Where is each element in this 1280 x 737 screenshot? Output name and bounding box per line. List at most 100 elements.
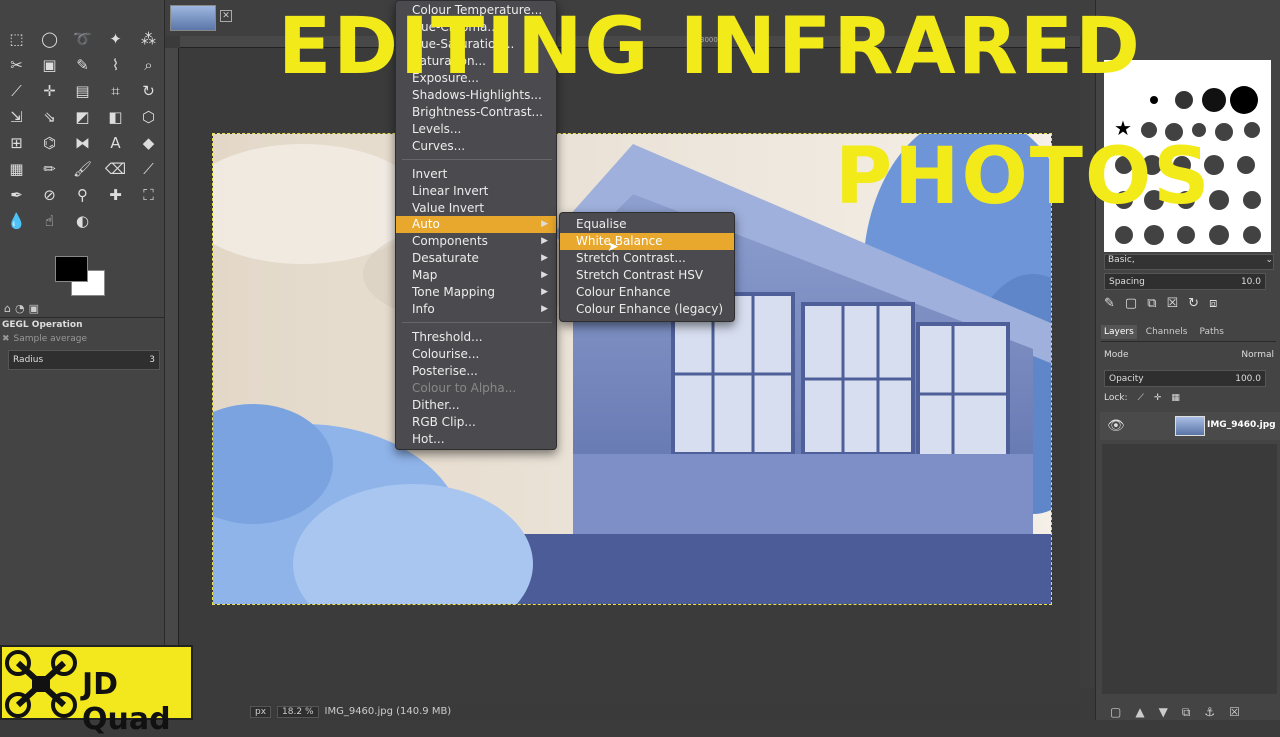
delete-brush-icon[interactable]: ☒: [1167, 296, 1179, 311]
lock-position-icon[interactable]: ✛: [1154, 393, 1162, 403]
color-swatches[interactable]: [55, 256, 105, 296]
cage-icon[interactable]: ⌬: [33, 132, 66, 154]
foreground-color[interactable]: [55, 256, 88, 282]
delete-layer-icon[interactable]: ☒: [1229, 705, 1240, 720]
brush-preset-select[interactable]: Basic, ⌄: [1104, 254, 1274, 270]
menu-item-posterise[interactable]: Posterise...: [396, 363, 556, 380]
3d-transform-icon[interactable]: ⬡: [132, 106, 165, 128]
paths-icon[interactable]: ✎: [66, 54, 99, 76]
menu-item-equalise[interactable]: Equalise: [560, 216, 734, 233]
clone-icon[interactable]: ⚲: [66, 184, 99, 206]
shear-icon[interactable]: ⇘: [33, 106, 66, 128]
move-icon[interactable]: ✛: [33, 80, 66, 102]
color-picker-icon[interactable]: ⌇: [99, 54, 132, 76]
lock-pixels-icon[interactable]: ⟋: [1138, 393, 1144, 403]
lock-alpha-icon[interactable]: ▦: [1171, 393, 1180, 403]
unit-select[interactable]: px: [250, 705, 272, 718]
lower-layer-icon[interactable]: ▼: [1159, 705, 1168, 720]
align-icon[interactable]: ▤: [66, 80, 99, 102]
new-layer-icon[interactable]: ▢: [1110, 705, 1121, 720]
heal-icon[interactable]: ✚: [99, 184, 132, 206]
lasso-icon[interactable]: ➰: [66, 28, 99, 50]
mode-value[interactable]: Normal: [1241, 350, 1274, 360]
menu-item-dither[interactable]: Dither...: [396, 397, 556, 414]
tab-device-status[interactable]: ◔: [15, 302, 25, 315]
menu-item-map[interactable]: Map: [396, 267, 556, 284]
ellipse-select-icon[interactable]: ◯: [33, 28, 66, 50]
gradient-icon[interactable]: ▦: [0, 158, 33, 180]
menu-item-colourise[interactable]: Colourise...: [396, 346, 556, 363]
scissors-select-icon[interactable]: ⁂: [132, 28, 165, 50]
new-brush-icon[interactable]: ▢: [1125, 296, 1137, 311]
menu-item-components[interactable]: Components: [396, 233, 556, 250]
tab-images[interactable]: ▣: [29, 302, 39, 315]
tab-layers[interactable]: Layers: [1101, 324, 1137, 339]
menu-item-info[interactable]: Info: [396, 301, 556, 318]
close-icon[interactable]: ✕: [220, 10, 232, 22]
foreground-select-icon[interactable]: ▣: [33, 54, 66, 76]
crop-icon[interactable]: ⌗: [99, 80, 132, 102]
duplicate-layer-icon[interactable]: ⧉: [1182, 705, 1191, 720]
zoom-icon[interactable]: ⌕: [132, 54, 165, 76]
menu-item-colour-enhance-legacy[interactable]: Colour Enhance (legacy): [560, 301, 734, 318]
rect-select-icon[interactable]: ⬚: [0, 28, 33, 50]
paintbrush-icon[interactable]: 🖌: [66, 158, 99, 180]
warp-icon[interactable]: ⊞: [0, 132, 33, 154]
anchor-icon[interactable]: ⚓: [1204, 705, 1215, 720]
menu-item-desaturate[interactable]: Desaturate: [396, 250, 556, 267]
unified-transform-icon[interactable]: ◧: [99, 106, 132, 128]
layer-name[interactable]: IMG_9460.jpg: [1207, 420, 1276, 430]
eraser-icon[interactable]: ⌫: [99, 158, 132, 180]
sample-average-row[interactable]: ✖ Sample average: [2, 334, 87, 344]
duplicate-brush-icon[interactable]: ⧉: [1147, 296, 1156, 311]
tab-channels[interactable]: Channels: [1143, 325, 1191, 339]
layer-mode-row[interactable]: Mode Normal: [1104, 346, 1274, 364]
menu-item-colour-enhance[interactable]: Colour Enhance: [560, 284, 734, 301]
open-folder-icon[interactable]: ⧈: [1209, 296, 1217, 311]
flip-icon[interactable]: ⧓: [66, 132, 99, 154]
fuzzy-select-icon[interactable]: ✦: [99, 28, 132, 50]
menu-item-curves[interactable]: Curves...: [396, 138, 556, 155]
airbrush-icon[interactable]: ⟋: [132, 158, 165, 180]
ink-icon[interactable]: ✒: [0, 184, 33, 206]
menu-item-auto[interactable]: Auto: [396, 216, 556, 233]
perspective-icon[interactable]: ◩: [66, 106, 99, 128]
smudge-icon[interactable]: ☝: [33, 210, 66, 232]
scissors-icon[interactable]: ✂: [0, 54, 33, 76]
layer-thumbnail[interactable]: [1175, 416, 1205, 436]
menu-item-stretch-contrast[interactable]: Stretch Contrast...: [560, 250, 734, 267]
image-tab-thumbnail[interactable]: [170, 5, 216, 31]
menu-item-brightness-contrast[interactable]: Brightness-Contrast...: [396, 104, 556, 121]
radius-field[interactable]: Radius 3: [8, 350, 160, 370]
raise-layer-icon[interactable]: ▲: [1135, 705, 1144, 720]
zoom-select[interactable]: 18.2 %: [277, 705, 319, 718]
opacity-field[interactable]: Opacity 100.0: [1104, 370, 1266, 387]
measure-icon[interactable]: ⟋: [0, 80, 33, 102]
menu-item-hot[interactable]: Hot...: [396, 431, 556, 448]
close-icon[interactable]: ✖: [2, 334, 10, 344]
menu-item-white-balance[interactable]: White Balance: [560, 233, 734, 250]
menu-item-rgb-clip[interactable]: RGB Clip...: [396, 414, 556, 431]
tab-tool-options[interactable]: ⌂: [4, 302, 11, 315]
menu-item-tone-mapping[interactable]: Tone Mapping: [396, 284, 556, 301]
spacing-field[interactable]: Spacing 10.0: [1104, 273, 1266, 290]
mypaint-brush-icon[interactable]: ⊘: [33, 184, 66, 206]
refresh-icon[interactable]: ↻: [1188, 296, 1199, 311]
menu-item-value-invert[interactable]: Value Invert: [396, 200, 556, 217]
eye-icon[interactable]: 👁: [1107, 418, 1125, 434]
dodge-icon[interactable]: ◐: [66, 210, 99, 232]
pencil-icon[interactable]: ✏: [33, 158, 66, 180]
menu-item-stretch-contrast-hsv[interactable]: Stretch Contrast HSV: [560, 267, 734, 284]
perspective-clone-icon[interactable]: ⛶: [132, 184, 165, 206]
menu-item-threshold[interactable]: Threshold...: [396, 329, 556, 346]
menu-item-linear-invert[interactable]: Linear Invert: [396, 183, 556, 200]
edit-brush-icon[interactable]: ✎: [1104, 296, 1115, 311]
blur-icon[interactable]: 💧: [0, 210, 33, 232]
tab-paths[interactable]: Paths: [1196, 325, 1226, 339]
rotate-icon[interactable]: ↻: [132, 80, 165, 102]
menu-item-invert[interactable]: Invert: [396, 166, 556, 183]
menu-item-levels[interactable]: Levels...: [396, 121, 556, 138]
scale-icon[interactable]: ⇲: [0, 106, 33, 128]
text-icon[interactable]: A: [99, 132, 132, 154]
bucket-fill-icon[interactable]: ◆: [132, 132, 165, 154]
